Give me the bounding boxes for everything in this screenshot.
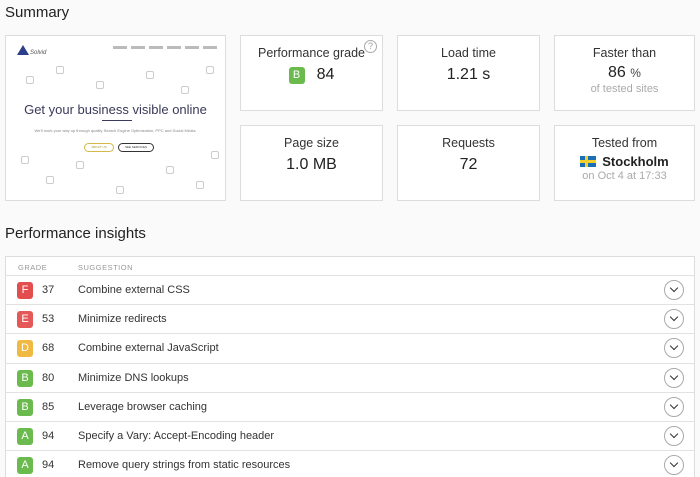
- help-icon[interactable]: ?: [364, 40, 377, 53]
- faster-than-label: Faster than: [592, 46, 657, 60]
- page-size-value: 1.0 MB: [286, 156, 337, 173]
- grade-badge: A: [17, 457, 33, 475]
- table-row[interactable]: F 37 Combine external CSS: [6, 276, 694, 306]
- row-suggestion: Remove query strings from static resourc…: [78, 459, 291, 472]
- requests-card: Requests 72: [397, 125, 540, 201]
- row-score: 53: [42, 313, 55, 326]
- grade-badge: E: [17, 311, 33, 329]
- thumbnail-underline: [102, 120, 132, 121]
- requests-value: 72: [459, 156, 478, 173]
- requests-label: Requests: [442, 136, 495, 150]
- faster-than-card: Faster than 86 % of tested sites: [554, 35, 695, 111]
- faster-than-value: 86: [608, 64, 626, 81]
- page-size-card: Page size 1.0 MB: [240, 125, 383, 201]
- row-suggestion: Minimize redirects: [78, 313, 167, 326]
- thumbnail-headline: Get your business visible online: [24, 102, 207, 117]
- insights-title: Performance insights: [5, 225, 146, 242]
- row-score: 94: [42, 459, 55, 472]
- table-row[interactable]: D 68 Combine external JavaScript: [6, 334, 694, 364]
- thumbnail-about-button: ABOUT US: [84, 143, 114, 152]
- page-size-label: Page size: [284, 136, 339, 150]
- tested-from-date: on Oct 4 at 17:33: [582, 170, 667, 182]
- row-score: 37: [42, 284, 55, 296]
- thumbnail-subline: We'll work your way up through quality S…: [34, 128, 197, 133]
- row-suggestion: Combine external CSS: [78, 284, 190, 296]
- chevron-down-icon[interactable]: [664, 367, 684, 388]
- thumbnail-services-button: SEE SERVICES: [118, 143, 154, 152]
- faster-than-value-wrap: 86 %: [555, 64, 694, 82]
- grade-badge: B: [288, 66, 305, 84]
- performance-grade-label: Performance grade: [257, 46, 365, 60]
- chevron-down-icon[interactable]: [664, 338, 684, 359]
- suggestion-column-header: SUGGESTION: [78, 263, 134, 272]
- table-row[interactable]: B 85 Leverage browser caching: [6, 393, 694, 422]
- tested-from-card: Tested from Stockholm on Oct 4 at 17:33: [554, 125, 695, 201]
- table-row[interactable]: B 80 Minimize DNS lookups: [6, 364, 694, 393]
- row-score: 68: [42, 342, 55, 355]
- row-score: 85: [42, 400, 55, 413]
- faster-than-sub: of tested sites: [590, 83, 659, 95]
- insights-table-header: GRADE SUGGESTION: [6, 257, 694, 276]
- faster-than-unit: %: [630, 66, 641, 80]
- logo-icon: [17, 45, 29, 55]
- thumbnail-nav: [113, 46, 217, 49]
- grade-badge: D: [17, 340, 33, 358]
- table-row[interactable]: E 53 Minimize redirects: [6, 305, 694, 335]
- performance-grade-card: ? Performance grade B 84: [240, 35, 383, 111]
- tested-from-label: Tested from: [591, 136, 658, 150]
- load-time-label: Load time: [441, 46, 496, 60]
- row-suggestion: Minimize DNS lookups: [78, 371, 189, 384]
- insights-table: GRADE SUGGESTION F 37 Combine external CSS…: [5, 256, 695, 477]
- row-suggestion: Leverage browser caching: [78, 400, 208, 413]
- sweden-flag-icon: [580, 156, 597, 167]
- site-thumbnail[interactable]: Solvid Get your business visible online …: [5, 35, 226, 201]
- chevron-down-icon[interactable]: [664, 425, 684, 446]
- chevron-down-icon[interactable]: [664, 455, 684, 476]
- row-suggestion: Specify a Vary: Accept-Encoding header: [78, 429, 275, 442]
- chevron-down-icon[interactable]: [664, 309, 684, 330]
- chevron-down-icon[interactable]: [664, 280, 684, 300]
- grade-badge: F: [17, 282, 33, 299]
- row-score: 94: [42, 429, 55, 442]
- load-time-value: 1.21 s: [446, 66, 491, 83]
- grade-column-header: GRADE: [18, 263, 48, 272]
- chevron-down-icon[interactable]: [664, 396, 684, 417]
- thumbnail-logo: Solvid: [30, 50, 47, 56]
- row-score: 80: [42, 371, 55, 384]
- table-row[interactable]: A 94 Remove query strings from static reso…: [6, 451, 694, 477]
- load-time-card: Load time 1.21 s: [397, 35, 540, 111]
- grade-badge: B: [17, 398, 33, 416]
- grade-badge: A: [17, 427, 33, 445]
- grade-badge: B: [17, 369, 33, 387]
- row-suggestion: Combine external JavaScript: [78, 342, 219, 355]
- summary-title: Summary: [5, 4, 70, 21]
- table-row[interactable]: A 94 Specify a Vary: Accept-Encoding heade…: [6, 422, 694, 452]
- performance-grade-value: 84: [316, 66, 335, 83]
- tested-from-city: Stockholm: [602, 154, 669, 169]
